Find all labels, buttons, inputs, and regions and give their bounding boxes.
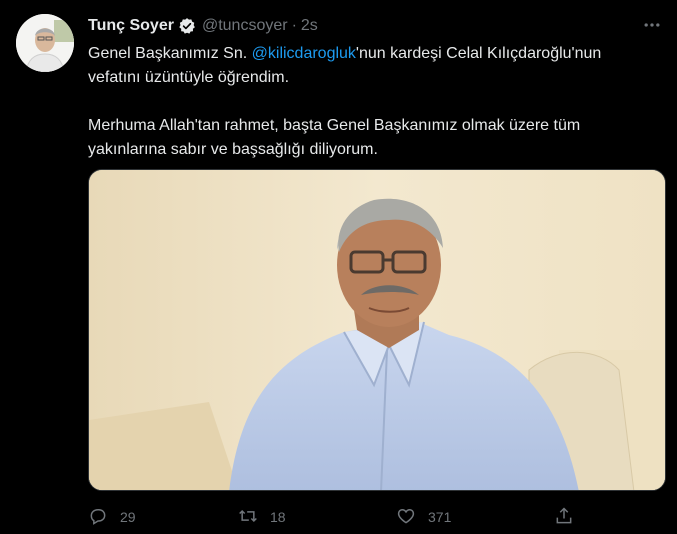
reply-button[interactable]: 29: [88, 506, 136, 529]
heart-icon: [396, 506, 416, 529]
tweet-action-bar: 29 18 371: [88, 504, 588, 530]
verified-badge-icon: [178, 17, 196, 35]
tweet-photo[interactable]: [88, 169, 666, 491]
tweet-paragraph-1: Genel Başkanımız Sn. @kilicdarogluk'nun …: [88, 42, 648, 90]
share-icon: [554, 506, 574, 529]
avatar-image: [16, 14, 74, 72]
reply-count: 29: [120, 509, 136, 525]
retweet-count: 18: [270, 509, 286, 525]
mention-link[interactable]: @kilicdarogluk: [252, 45, 356, 62]
reply-icon: [88, 506, 108, 529]
more-icon[interactable]: [637, 10, 667, 40]
author-handle[interactable]: @tuncsoyer: [202, 17, 288, 35]
tweet-timestamp[interactable]: 2s: [301, 17, 318, 35]
like-count: 371: [428, 509, 452, 525]
tweet-paragraph-2: Merhuma Allah'tan rahmet, başta Genel Ba…: [88, 117, 581, 158]
author-name[interactable]: Tunç Soyer: [88, 17, 174, 35]
avatar[interactable]: [16, 14, 74, 72]
like-button[interactable]: 371: [396, 506, 451, 529]
share-button[interactable]: [554, 506, 574, 529]
separator-dot: ·: [291, 17, 297, 34]
retweet-button[interactable]: 18: [238, 506, 286, 529]
tweet-header: Tunç Soyer @tuncsoyer · 2s: [88, 14, 657, 38]
retweet-icon: [238, 506, 258, 529]
tweet-text-part: Genel Başkanımız Sn.: [88, 45, 252, 62]
tweet-text: Genel Başkanımız Sn. @kilicdarogluk'nun …: [88, 42, 648, 162]
photo-image: [89, 170, 665, 490]
